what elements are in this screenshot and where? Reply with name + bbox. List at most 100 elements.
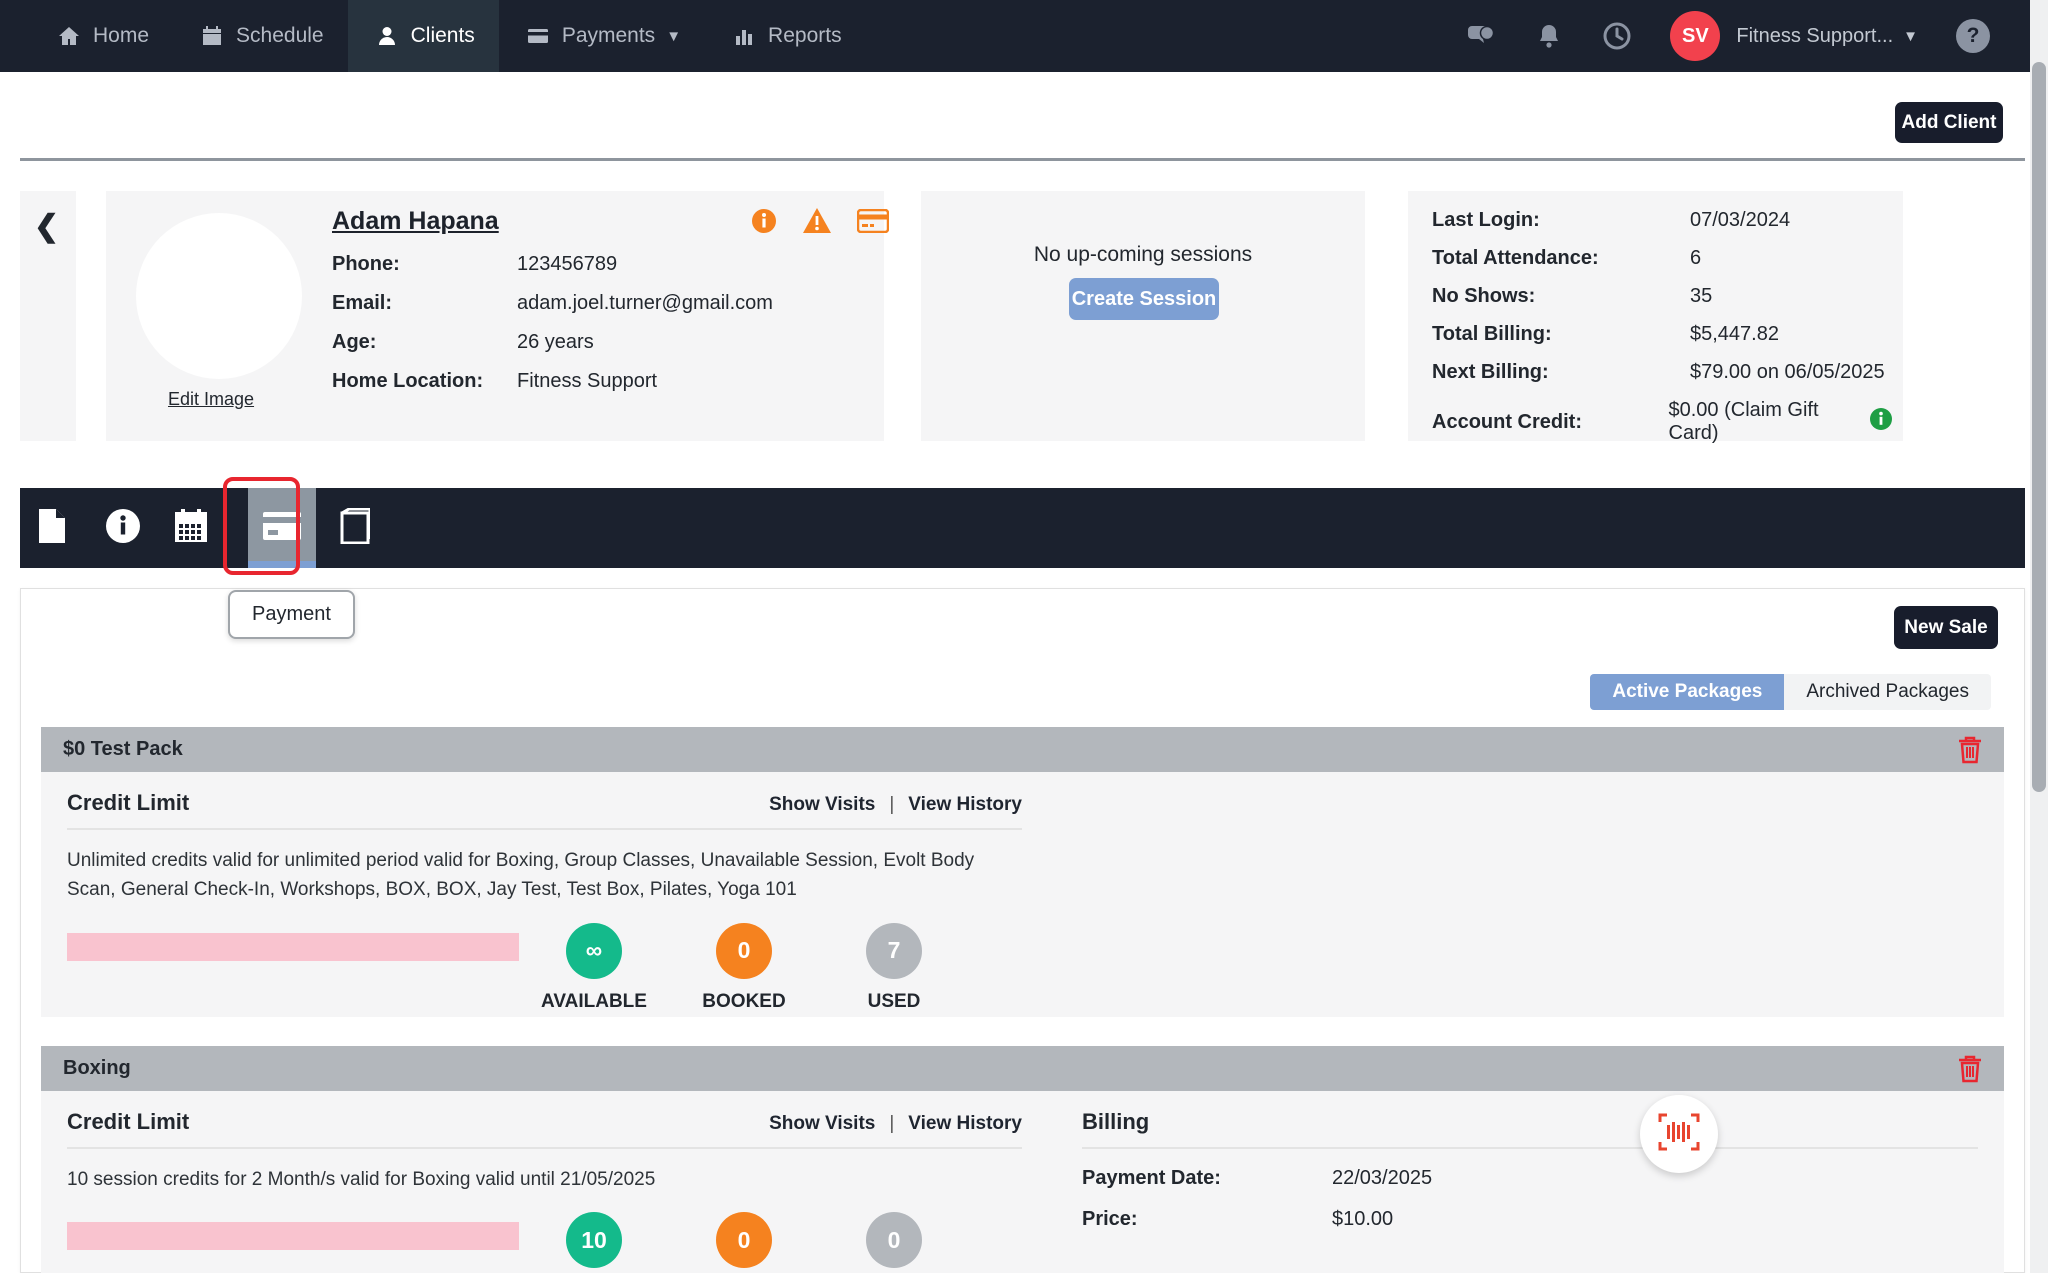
info-circle-icon	[105, 508, 141, 549]
view-history-link[interactable]: View History	[908, 794, 1022, 816]
last-login-label: Last Login:	[1432, 209, 1690, 232]
package-description: Unlimited credits valid for unlimited pe…	[67, 846, 1017, 905]
nav-home-label: Home	[93, 24, 149, 48]
credit-progress-bar	[67, 933, 519, 961]
nav-schedule[interactable]: Schedule	[173, 0, 348, 72]
bar-chart-icon	[729, 21, 759, 51]
total-billing-value: $5,447.82	[1690, 323, 1779, 346]
info-icon[interactable]	[751, 208, 777, 239]
credit-card-icon[interactable]	[857, 209, 889, 238]
nav-reports[interactable]: Reports	[705, 0, 866, 72]
phone-value: 123456789	[517, 253, 617, 276]
gift-card-info-icon[interactable]	[1869, 407, 1893, 437]
delete-package-icon[interactable]	[1958, 736, 1982, 764]
package-body: Credit Limit Show Visits | View History …	[41, 772, 2004, 1013]
new-sale-button[interactable]: New Sale	[1894, 606, 1998, 649]
calendar-icon	[197, 21, 227, 51]
account-name: Fitness Support...	[1736, 25, 1893, 48]
chevron-down-icon: ▼	[666, 28, 681, 45]
next-billing-label: Next Billing:	[1432, 361, 1690, 384]
warning-icon[interactable]	[802, 207, 832, 239]
detail-row-location: Home Location: Fitness Support	[332, 370, 773, 393]
avatar[interactable]: SV	[1670, 11, 1720, 61]
package-body: Credit Limit Show Visits | View History …	[41, 1091, 2004, 1273]
credit-limit-links: Show Visits | View History	[769, 1113, 1022, 1135]
price-label: Price:	[1082, 1208, 1332, 1231]
credit-progress-bar	[67, 1222, 519, 1250]
tab-packages[interactable]	[319, 488, 387, 568]
clock-icon[interactable]	[1602, 21, 1632, 51]
main-nav: Home Schedule Clients Payments ▼	[0, 0, 866, 72]
payment-date-value: 22/03/2025	[1332, 1167, 1432, 1190]
packages-panel: New Sale Active Packages Archived Packag…	[20, 588, 2025, 1273]
header-divider	[20, 158, 2025, 161]
tab-notes[interactable]	[18, 488, 86, 568]
barcode-icon	[1658, 1113, 1700, 1156]
tab-info[interactable]	[89, 488, 157, 568]
barcode-scan-button[interactable]	[1640, 1095, 1718, 1173]
add-client-button[interactable]: Add Client	[1895, 102, 2003, 143]
edit-image-link[interactable]: Edit Image	[168, 389, 254, 410]
client-profile-page: Home Schedule Clients Payments ▼	[0, 0, 2048, 1273]
active-packages-tab[interactable]: Active Packages	[1590, 674, 1784, 710]
total-billing-label: Total Billing:	[1432, 323, 1690, 346]
stat-next-billing: Next Billing: $79.00 on 06/05/2025	[1432, 361, 1893, 384]
client-details: Phone: 123456789 Email: adam.joel.turner…	[332, 253, 773, 409]
help-icon[interactable]: ?	[1956, 19, 1990, 53]
document-icon	[37, 508, 67, 549]
used-label: USED	[819, 991, 969, 1013]
scrollbar[interactable]	[2030, 0, 2048, 1273]
used-count: 7	[866, 923, 922, 979]
payment-date-label: Payment Date:	[1082, 1167, 1332, 1190]
age-label: Age:	[332, 331, 517, 354]
package-title: Boxing	[63, 1057, 131, 1080]
email-value: adam.joel.turner@gmail.com	[517, 292, 773, 315]
credit-usage-row: ∞ AVAILABLE 0 BOOKED 7 USED	[67, 923, 1022, 1013]
show-visits-link[interactable]: Show Visits	[769, 794, 875, 816]
email-label: Email:	[332, 292, 517, 315]
bell-icon[interactable]	[1534, 21, 1564, 51]
chevron-down-icon: ▼	[1903, 28, 1918, 45]
tab-schedule[interactable]	[157, 488, 225, 568]
client-name[interactable]: Adam Hapana	[332, 207, 499, 236]
account-credit-value[interactable]: $0.00 (Claim Gift Card)	[1669, 399, 1858, 445]
archived-packages-tab[interactable]: Archived Packages	[1784, 674, 1991, 710]
nav-home[interactable]: Home	[30, 0, 173, 72]
nav-reports-label: Reports	[768, 24, 842, 48]
booked-stat: 0 BOOKED	[669, 1212, 819, 1273]
delete-package-icon[interactable]	[1958, 1055, 1982, 1083]
credit-limit-links: Show Visits | View History	[769, 794, 1022, 816]
credit-limit-header: Credit Limit Show Visits | View History	[67, 790, 1022, 830]
tab-payment[interactable]	[248, 488, 316, 568]
next-billing-value: $79.00 on 06/05/2025	[1690, 361, 1885, 384]
phone-label: Phone:	[332, 253, 517, 276]
billing-row-price: Price: $10.00	[1082, 1208, 1978, 1231]
view-history-link[interactable]: View History	[908, 1113, 1022, 1135]
back-chevron-icon[interactable]: ❮	[34, 209, 59, 244]
no-shows-value: 35	[1690, 285, 1712, 308]
home-icon	[54, 21, 84, 51]
link-divider: |	[889, 794, 894, 816]
payment-tooltip: Payment	[228, 590, 355, 639]
upcoming-sessions-card: No up-coming sessions Create Session	[921, 191, 1365, 441]
account-menu[interactable]: Fitness Support... ▼	[1736, 25, 1918, 48]
person-icon	[372, 21, 402, 51]
nav-payments[interactable]: Payments ▼	[499, 0, 705, 72]
chat-icon[interactable]	[1466, 21, 1496, 51]
nav-schedule-label: Schedule	[236, 24, 324, 48]
available-count: 10	[566, 1212, 622, 1268]
client-summary-card: Edit Image Adam Hapana Phone: 123456789 …	[106, 191, 884, 441]
account-credit-label: Account Credit:	[1432, 411, 1669, 434]
nav-clients[interactable]: Clients	[348, 0, 499, 72]
location-label: Home Location:	[332, 370, 517, 393]
credit-limit-title: Credit Limit	[67, 1109, 189, 1135]
credit-usage-row: 10 AVAILABLE 0 BOOKED 0 USED	[67, 1212, 1022, 1273]
create-session-button[interactable]: Create Session	[1069, 278, 1219, 320]
scrollbar-thumb[interactable]	[2032, 62, 2046, 792]
credit-card-icon	[262, 511, 302, 546]
billing-section: Billing Payment Date: 22/03/2025 Price: …	[1022, 1109, 1978, 1273]
used-stat: 7 USED	[819, 923, 969, 1013]
location-value: Fitness Support	[517, 370, 657, 393]
price-value: $10.00	[1332, 1208, 1393, 1231]
show-visits-link[interactable]: Show Visits	[769, 1113, 875, 1135]
